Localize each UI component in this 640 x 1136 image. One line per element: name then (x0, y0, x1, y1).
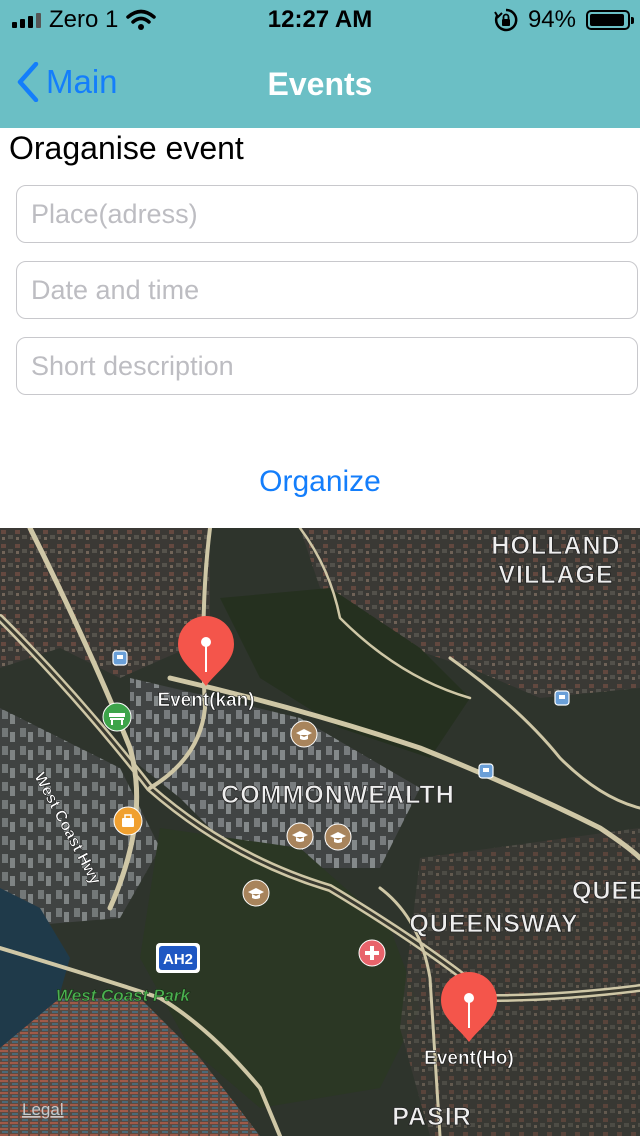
organize-event-form: Oraganise event Organize (0, 128, 640, 528)
train-icon[interactable] (112, 650, 128, 666)
legal-link[interactable]: Legal (22, 1100, 64, 1119)
navigation-bar: Main Events (0, 40, 640, 128)
hospital-icon[interactable] (358, 939, 386, 967)
train-icon[interactable] (478, 763, 494, 779)
shopping-icon[interactable] (113, 806, 143, 836)
train-icon[interactable] (554, 690, 570, 706)
quee-label: QUEE (572, 877, 640, 905)
queensway-label: QUEENSWAY (409, 910, 578, 938)
battery-percent: 94% (527, 6, 576, 33)
svg-text:VILLAGE: VILLAGE (498, 561, 613, 589)
ah2-route-badge: AH2 (156, 943, 200, 973)
school-icon[interactable] (290, 720, 318, 748)
section-title: Oraganise event (9, 130, 244, 166)
svg-text:AH2: AH2 (163, 951, 193, 968)
map-view[interactable]: HOLLAND VILLAGE COMMONWEALTH QUEENSWAY Q… (0, 528, 640, 1136)
place-input[interactable] (16, 185, 638, 243)
datetime-input[interactable] (16, 261, 638, 319)
park-icon[interactable] (102, 702, 132, 732)
svg-text:HOLLAND: HOLLAND (491, 532, 620, 560)
organize-button[interactable]: Organize (0, 465, 640, 499)
page-title: Events (267, 66, 373, 102)
school-icon[interactable] (242, 879, 270, 907)
event-pin-label: Event(Ho) (424, 1048, 514, 1069)
event-pin-label: Event(kan) (157, 690, 254, 711)
west-coast-park-label: West Coast Park (56, 986, 191, 1005)
holland-village-label: HOLLAND VILLAGE (491, 532, 620, 590)
school-icon[interactable] (286, 822, 314, 850)
commonwealth-label: COMMONWEALTH (221, 781, 455, 809)
description-input[interactable] (16, 337, 638, 395)
orientation-lock-icon (494, 8, 518, 32)
pasir-label: PASIR (392, 1103, 472, 1131)
battery-icon (586, 10, 634, 30)
status-bar: Zero 1 12:27 AM 94% (0, 0, 640, 40)
status-right: 94% (494, 6, 634, 34)
school-icon[interactable] (324, 823, 352, 851)
